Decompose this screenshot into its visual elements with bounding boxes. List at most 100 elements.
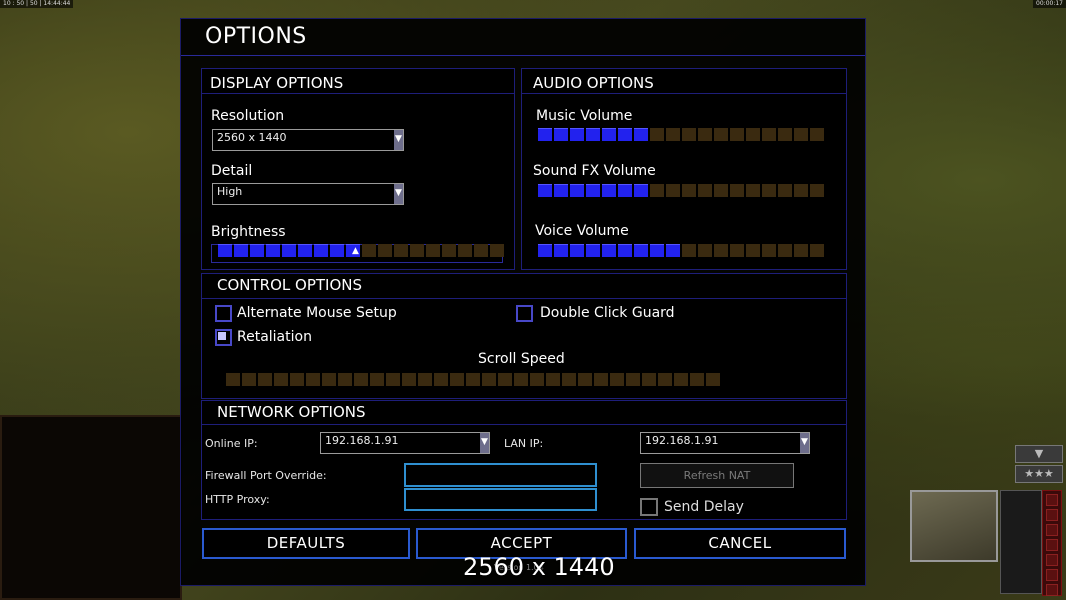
chevron-down-icon[interactable]: ▼ [394,130,403,150]
slider-segment[interactable] [554,128,568,141]
slider-segment[interactable] [762,184,776,197]
slider-segment[interactable] [650,128,664,141]
slider-segment[interactable] [714,128,728,141]
slider-segment[interactable] [570,128,584,141]
music-volume-slider[interactable] [538,128,824,141]
slider-segment[interactable] [586,128,600,141]
slider-segment[interactable] [570,184,584,197]
slider-segment[interactable] [714,184,728,197]
slider-segment[interactable] [674,373,688,386]
slider-segment[interactable] [682,128,696,141]
slider-segment[interactable] [794,244,808,257]
slider-segment[interactable] [690,373,704,386]
slider-segment[interactable] [602,244,616,257]
slider-segment[interactable] [778,184,792,197]
slider-segment[interactable] [642,373,656,386]
slider-segment[interactable] [298,244,312,257]
slider-segment[interactable] [402,373,416,386]
slider-segment[interactable] [714,244,728,257]
slider-segment[interactable] [730,244,744,257]
command-slot[interactable] [1046,509,1058,521]
slider-segment[interactable] [666,128,680,141]
slider-segment[interactable] [354,373,368,386]
brightness-slider[interactable] [218,244,504,257]
slider-segment[interactable] [458,244,472,257]
lan-ip-dropdown[interactable]: 192.168.1.91 ▼ [640,432,810,454]
sfx-volume-slider[interactable] [538,184,824,197]
slider-segment[interactable] [314,244,328,257]
slider-segment[interactable] [362,244,376,257]
slider-segment[interactable] [658,373,672,386]
slider-segment[interactable] [682,184,696,197]
refresh-nat-button[interactable]: Refresh NAT [640,463,794,488]
slider-segment[interactable] [698,184,712,197]
slider-segment[interactable] [618,244,632,257]
slider-segment[interactable] [234,244,248,257]
detail-dropdown[interactable]: High ▼ [212,183,404,205]
slider-segment[interactable] [586,184,600,197]
slider-segment[interactable] [538,128,552,141]
slider-segment[interactable] [666,244,680,257]
slider-segment[interactable] [794,184,808,197]
slider-segment[interactable] [762,244,776,257]
slider-segment[interactable] [226,373,240,386]
slider-segment[interactable] [562,373,576,386]
chevron-down-icon[interactable]: ▼ [394,184,403,204]
slider-segment[interactable] [650,184,664,197]
slider-segment[interactable] [370,373,384,386]
slider-segment[interactable] [746,184,760,197]
slider-segment[interactable] [634,128,648,141]
command-slot[interactable] [1046,569,1058,581]
resolution-dropdown[interactable]: 2560 x 1440 ▼ [212,129,404,151]
slider-segment[interactable] [426,244,440,257]
scroll-down-button[interactable]: ▼ [1015,445,1063,463]
slider-segment[interactable] [578,373,592,386]
slider-segment[interactable] [450,373,464,386]
slider-segment[interactable] [418,373,432,386]
slider-segment[interactable] [762,128,776,141]
cancel-button[interactable]: CANCEL [634,528,846,559]
slider-segment[interactable] [274,373,288,386]
slider-segment[interactable] [490,244,504,257]
side-command-bar[interactable] [1042,490,1062,596]
chevron-down-icon[interactable]: ▼ [800,433,809,453]
slider-segment[interactable] [306,373,320,386]
command-slot[interactable] [1046,584,1058,596]
defaults-button[interactable]: DEFAULTS [202,528,410,559]
slider-segment[interactable] [730,128,744,141]
slider-segment[interactable] [538,184,552,197]
slider-segment[interactable] [338,373,352,386]
slider-segment[interactable] [794,128,808,141]
slider-segment[interactable] [634,244,648,257]
firewall-port-input[interactable] [404,463,597,487]
unit-portrait[interactable] [910,490,998,562]
slider-segment[interactable] [570,244,584,257]
http-proxy-input[interactable] [404,488,597,511]
slider-segment[interactable] [778,244,792,257]
slider-segment[interactable] [602,128,616,141]
slider-segment[interactable] [498,373,512,386]
slider-segment[interactable] [810,244,824,257]
slider-segment[interactable] [618,128,632,141]
slider-thumb-icon[interactable]: ▲ [352,246,359,256]
slider-segment[interactable] [282,244,296,257]
online-ip-dropdown[interactable]: 192.168.1.91 ▼ [320,432,490,454]
slider-segment[interactable] [538,244,552,257]
slider-segment[interactable] [250,244,264,257]
slider-segment[interactable] [594,373,608,386]
slider-segment[interactable] [242,373,256,386]
slider-segment[interactable] [386,373,400,386]
slider-segment[interactable] [218,244,232,257]
slider-segment[interactable] [698,128,712,141]
slider-segment[interactable] [778,128,792,141]
slider-segment[interactable] [378,244,392,257]
command-slot[interactable] [1046,554,1058,566]
slider-segment[interactable] [698,244,712,257]
voice-volume-slider[interactable] [538,244,824,257]
slider-segment[interactable] [434,373,448,386]
slider-segment[interactable] [410,244,424,257]
slider-segment[interactable] [706,373,720,386]
slider-segment[interactable] [586,244,600,257]
minimap[interactable] [0,415,182,600]
slider-segment[interactable] [634,184,648,197]
